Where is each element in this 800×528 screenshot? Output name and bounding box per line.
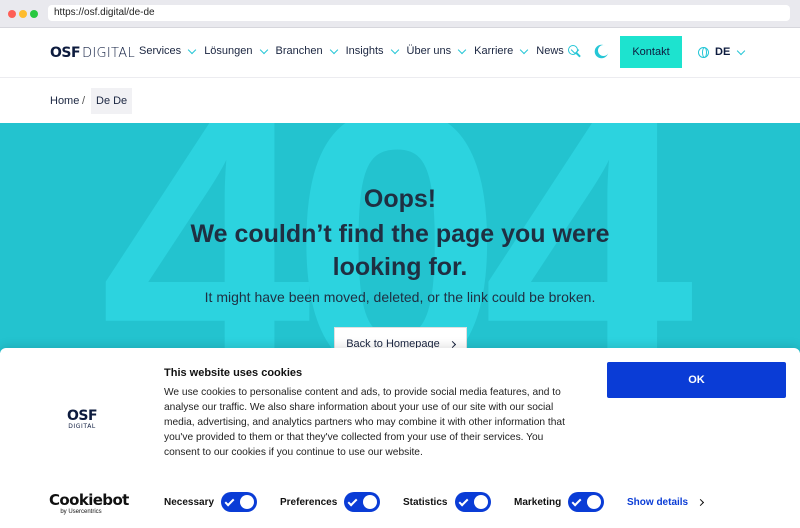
close-window-dot[interactable] (8, 10, 16, 18)
nav-label: Insights (345, 45, 384, 57)
language-label: DE (715, 46, 731, 58)
chevron-down-icon (390, 45, 399, 54)
marketing-label: Marketing (514, 497, 562, 508)
nav-item-loesungen[interactable]: Lösungen (204, 45, 268, 57)
cookiebot-by-text: by Usercentrics (60, 509, 102, 515)
cookie-logo-secondary: DIGITAL (68, 423, 96, 430)
error-title: Oops! (363, 185, 437, 213)
breadcrumb-current: De De (91, 88, 133, 114)
nav-item-karriere[interactable]: Karriere (474, 45, 529, 57)
nav-label: Lösungen (204, 45, 253, 57)
error-subtitle: It might have been moved, deleted, or th… (204, 289, 596, 305)
check-icon (224, 496, 235, 507)
check-icon (571, 496, 582, 507)
chevron-down-icon (187, 45, 197, 54)
osf-logo[interactable]: OSF DIGITAL (50, 44, 135, 62)
nav-item-ueber-uns[interactable]: Über uns (406, 45, 467, 57)
breadcrumb-home-link[interactable]: Home (50, 95, 79, 107)
cookiebot-brand-text: Cookiebot (49, 491, 129, 509)
preferences-toggle[interactable] (344, 492, 380, 512)
marketing-toggle[interactable] (568, 492, 604, 512)
logo-secondary-text: DIGITAL (82, 45, 135, 61)
chevron-right-icon (697, 498, 705, 507)
chevron-down-icon (259, 45, 268, 54)
nav-item-branchen[interactable]: Branchen (275, 45, 338, 57)
breadcrumb: Home / De De (0, 79, 800, 123)
minimize-window-dot[interactable] (19, 10, 27, 18)
cookie-osf-logo: OSF DIGITAL (67, 408, 98, 430)
cookie-title: This website uses cookies (164, 367, 303, 379)
main-nav: Services Lösungen Branchen Insights Über… (139, 45, 587, 57)
chevron-right-icon (448, 340, 456, 348)
maximize-window-dot[interactable] (30, 10, 38, 18)
breadcrumb-separator: / (82, 95, 86, 107)
nav-item-insights[interactable]: Insights (345, 45, 399, 57)
chevron-down-icon (737, 46, 746, 55)
show-details-link[interactable]: Show details (627, 497, 705, 508)
nav-label: Branchen (275, 45, 323, 57)
browser-chrome: https://osf.digital/de-de (0, 0, 800, 28)
error-hero: 404 Oops! We couldn’t find the page you … (0, 123, 800, 353)
statistics-label: Statistics (403, 497, 448, 508)
contact-button[interactable]: Kontakt (620, 36, 682, 68)
error-headline: We couldn’t find the page you were looki… (190, 220, 610, 281)
necessary-label: Necessary (164, 497, 215, 508)
nav-label: News (536, 45, 564, 57)
cookie-description: We use cookies to personalise content an… (164, 387, 565, 458)
cookiebot-logo[interactable]: Cookiebot by Usercentrics (49, 491, 129, 516)
chevron-down-icon (457, 45, 467, 54)
cookie-logo-primary: OSF (67, 408, 98, 424)
preferences-label: Preferences (280, 497, 338, 508)
language-selector[interactable]: DE (698, 46, 746, 58)
cookie-ok-button[interactable]: OK (607, 362, 786, 398)
moon-icon[interactable] (594, 45, 608, 59)
nav-item-services[interactable]: Services (139, 45, 197, 57)
chevron-down-icon (329, 45, 338, 54)
search-icon[interactable] (568, 45, 582, 59)
check-icon (458, 496, 469, 507)
globe-icon (698, 46, 709, 58)
chevron-down-icon (520, 45, 529, 54)
necessary-toggle[interactable] (221, 492, 257, 512)
statistics-toggle[interactable] (455, 492, 491, 512)
show-details-label: Show details (627, 497, 689, 508)
nav-label: Karriere (474, 45, 514, 57)
cookie-banner: OSF DIGITAL This website uses cookies We… (0, 348, 800, 528)
address-bar[interactable]: https://osf.digital/de-de (48, 5, 790, 21)
nav-label: Services (139, 45, 182, 57)
logo-primary-text: OSF (50, 45, 81, 61)
check-icon (347, 496, 358, 507)
nav-label: Über uns (406, 45, 452, 57)
